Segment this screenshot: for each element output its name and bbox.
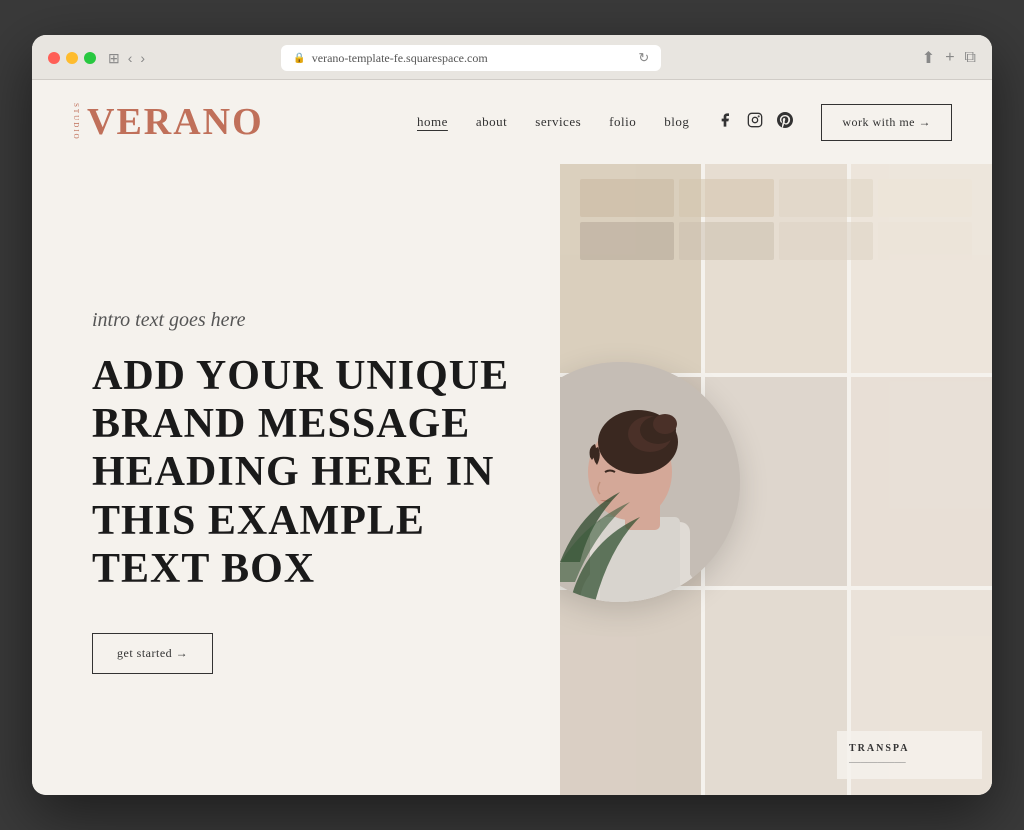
address-bar[interactable]: 🔒 verano-template-fe.squarespace.com ↻ (281, 45, 661, 71)
get-started-button[interactable]: get started → (92, 633, 213, 674)
portfolio-card-title: TRANSPA (849, 743, 970, 754)
traffic-lights (48, 52, 96, 64)
url-display: verano-template-fe.squarespace.com (312, 51, 488, 66)
reload-icon[interactable]: ↻ (638, 50, 649, 66)
moodboard-cell (560, 590, 701, 795)
color-swatches (580, 179, 972, 260)
work-with-me-button[interactable]: work with me → (821, 104, 952, 141)
site-header: STUDIO VERANO home about services folio … (32, 80, 992, 164)
back-button[interactable]: ‹ (128, 51, 133, 65)
website-content: STUDIO VERANO home about services folio … (32, 80, 992, 795)
share-button[interactable]: ⬆ (922, 48, 935, 68)
nav-folio[interactable]: folio (609, 114, 636, 130)
maximize-button[interactable] (84, 52, 96, 64)
nav-home[interactable]: home (417, 114, 448, 130)
browser-chrome: ⊞ ‹ › 🔒 verano-template-fe.squarespace.c… (32, 35, 992, 80)
logo-side-text: STUDIO (72, 103, 79, 141)
duplicate-tab-button[interactable]: ⧉ (965, 49, 976, 67)
sidebar-toggle-button[interactable]: ⊞ (108, 51, 120, 65)
minimize-button[interactable] (66, 52, 78, 64)
facebook-icon[interactable] (717, 112, 733, 133)
logo-container: STUDIO VERANO (72, 100, 264, 144)
lock-icon: 🔒 (293, 53, 305, 64)
close-button[interactable] (48, 52, 60, 64)
browser-actions: ⬆ + ⧉ (922, 48, 976, 68)
pinterest-icon[interactable] (777, 112, 793, 133)
instagram-icon[interactable] (747, 112, 763, 133)
hero-right-image: TRANSPA ────────── (560, 164, 992, 795)
hero-heading: ADD YOUR UNIQUE BRAND MESSAGE HEADING HE… (92, 352, 520, 593)
browser-window: ⊞ ‹ › 🔒 verano-template-fe.squarespace.c… (32, 35, 992, 795)
portfolio-card-detail: ────────── (849, 758, 970, 767)
hero-section: intro text goes here ADD YOUR UNIQUE BRA… (32, 164, 992, 795)
site-navigation: home about services folio blog work (417, 104, 952, 141)
logo-main-text: VERANO (87, 100, 264, 144)
forward-button[interactable]: › (140, 51, 145, 65)
nav-blog[interactable]: blog (664, 114, 689, 130)
browser-controls: ⊞ ‹ › (108, 51, 145, 65)
moodboard-cell (851, 377, 992, 586)
nav-about[interactable]: about (476, 114, 507, 130)
portfolio-card: TRANSPA ────────── (837, 731, 982, 779)
social-icons (717, 112, 793, 133)
moodboard-cell (705, 590, 846, 795)
nav-services[interactable]: services (535, 114, 581, 130)
hero-intro-text: intro text goes here (92, 309, 520, 332)
new-tab-button[interactable]: + (945, 49, 954, 67)
hero-left-content: intro text goes here ADD YOUR UNIQUE BRA… (32, 164, 560, 795)
